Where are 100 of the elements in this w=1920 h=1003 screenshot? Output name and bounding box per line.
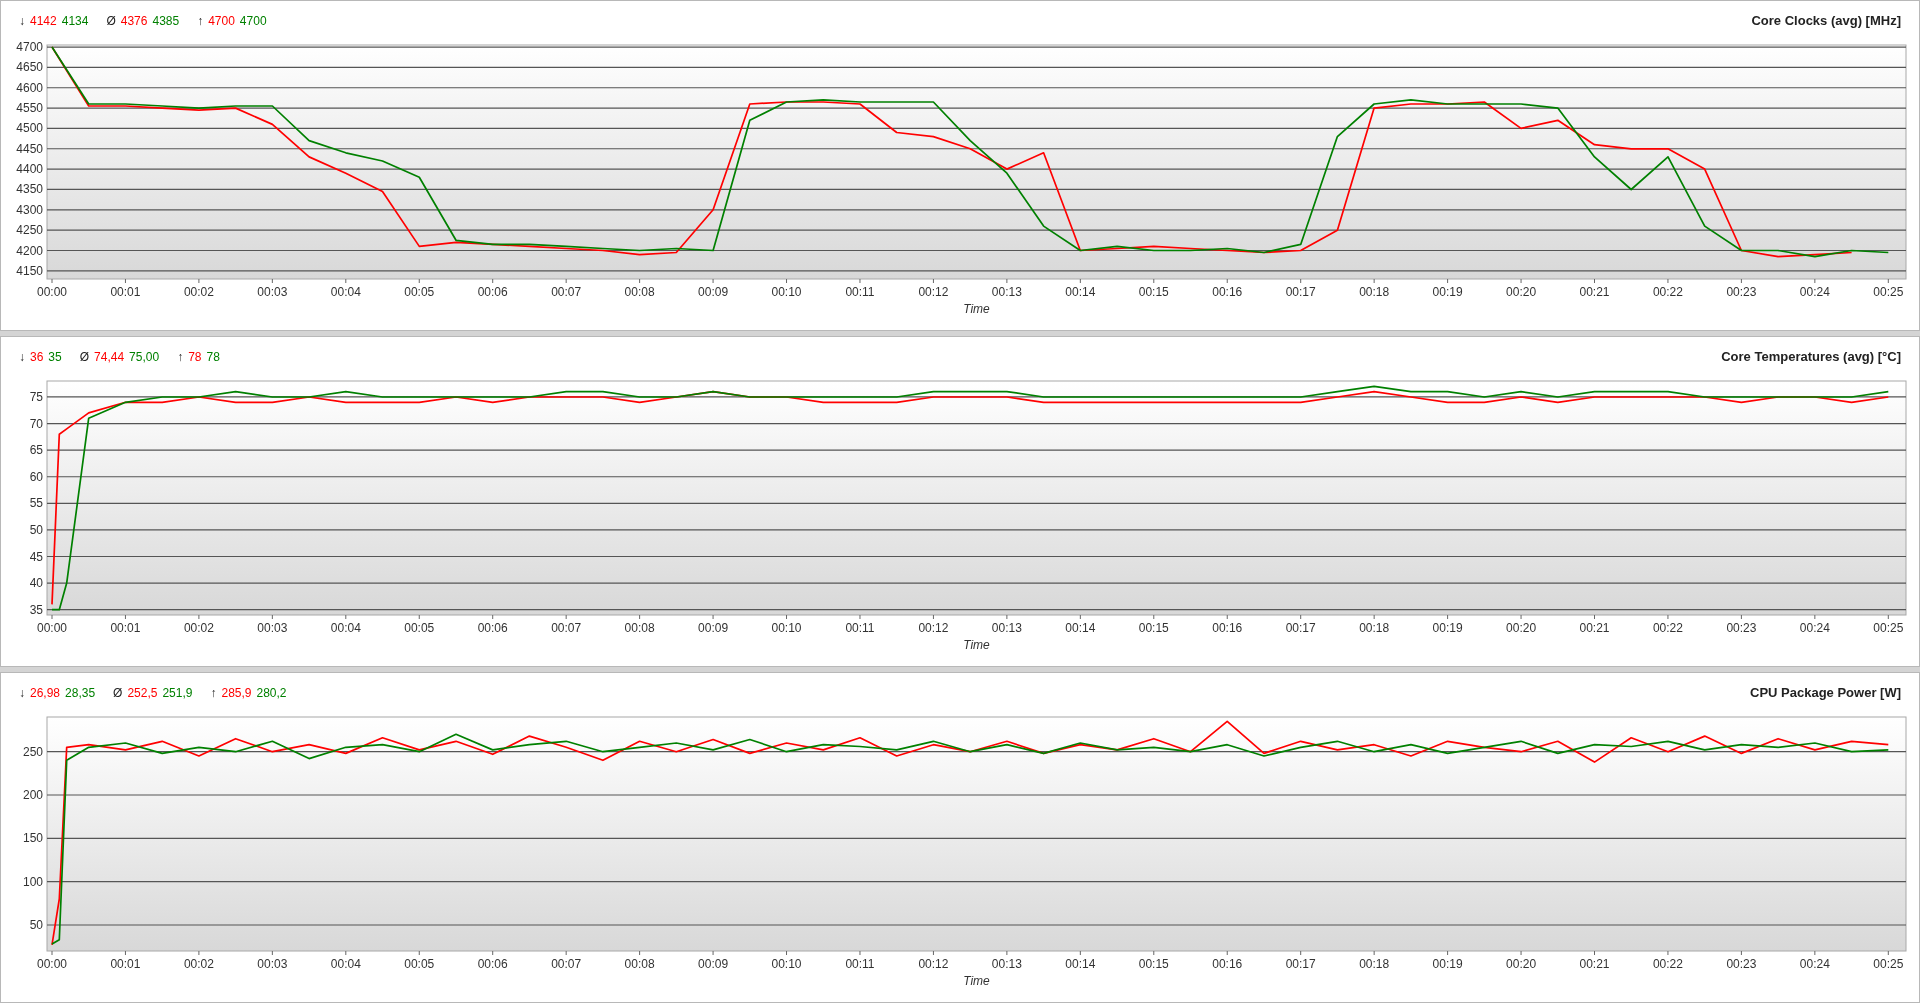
x-axis-label: 00:19	[1432, 285, 1463, 299]
x-axis-label: 00:18	[1359, 621, 1390, 635]
x-axis-label: 00:00	[37, 285, 67, 299]
stat-value: 285,9	[221, 685, 252, 702]
x-axis-label: 00:16	[1212, 621, 1243, 635]
x-axis-label: 00:15	[1138, 957, 1169, 971]
y-axis-label: 45	[29, 549, 43, 564]
y-axis-label: 70	[29, 416, 43, 431]
x-axis-label: 00:10	[771, 957, 802, 971]
y-axis-label: 250	[22, 744, 43, 759]
x-axis-label: 00:04	[330, 285, 361, 299]
axis-title: Time	[963, 974, 990, 988]
stat-symbol: ↑	[210, 685, 217, 702]
x-axis-label: 00:21	[1579, 285, 1610, 299]
y-axis-label: 4350	[16, 182, 43, 197]
x-axis-label: 00:05	[404, 621, 435, 635]
x-axis-label: 00:23	[1726, 621, 1757, 635]
x-axis-label: 00:22	[1652, 621, 1683, 635]
x-axis-label: 00:12	[918, 957, 949, 971]
chart-title: Core Temperatures (avg) [°C]	[1721, 348, 1901, 367]
stat-symbol: ↓	[19, 13, 25, 30]
stat-value: 4700	[208, 13, 235, 30]
x-axis-label: 00:24	[1799, 621, 1830, 635]
x-axis-label: 00:15	[1138, 621, 1169, 635]
x-axis-label: 00:25	[1873, 957, 1904, 971]
x-axis-label: 00:03	[257, 957, 288, 971]
stat-value: 4134	[61, 13, 89, 30]
x-axis-label: 00:23	[1726, 285, 1757, 299]
y-axis-label: 75	[29, 389, 43, 404]
y-axis-label: 50	[29, 918, 43, 932]
y-axis-label: 4200	[16, 243, 43, 258]
x-axis-label: 00:16	[1212, 285, 1243, 299]
x-axis-label: 00:01	[110, 957, 141, 971]
x-axis-label: 00:09	[698, 621, 729, 635]
x-axis-label: 00:02	[183, 285, 214, 299]
y-axis-label: 4150	[16, 263, 43, 278]
stat-value: 4376	[120, 13, 148, 30]
x-axis-label: 00:02	[183, 621, 214, 635]
x-axis-label: 00:04	[330, 621, 361, 635]
stat-value: 4385	[152, 13, 180, 30]
y-axis-label: 55	[29, 496, 43, 511]
x-axis-label: 00:00	[37, 957, 67, 971]
x-axis-label: 00:13	[991, 957, 1022, 971]
x-axis-label: 00:08	[624, 957, 655, 971]
stat-symbol: Ø	[79, 349, 90, 366]
x-axis-label: 00:06	[477, 285, 508, 299]
stat-symbol: ↑	[197, 13, 204, 30]
x-axis-label: 00:05	[404, 285, 435, 299]
x-axis-label: 00:02	[183, 957, 214, 971]
x-axis-label: 00:20	[1506, 957, 1537, 971]
x-axis-label: 00:11	[845, 285, 875, 299]
x-axis-label: 00:12	[918, 621, 949, 635]
stat-value: 26,98	[30, 685, 61, 702]
x-axis-label: 00:19	[1432, 957, 1463, 971]
x-axis-label: 00:06	[477, 621, 508, 635]
x-axis-label: 00:03	[257, 285, 288, 299]
y-axis-label: 40	[29, 576, 43, 591]
x-axis-label: 00:05	[404, 957, 435, 971]
x-axis-label: 00:20	[1506, 621, 1537, 635]
x-axis-label: 00:17	[1285, 957, 1316, 971]
stat-value: 4142	[30, 13, 57, 30]
x-axis-label: 00:10	[771, 621, 802, 635]
y-axis-label: 4450	[16, 141, 43, 156]
x-axis-label: 00:17	[1285, 285, 1316, 299]
x-axis-label: 00:03	[257, 621, 288, 635]
chart-title: Core Clocks (avg) [MHz]	[1751, 12, 1901, 31]
x-axis-label: 00:12	[918, 285, 949, 299]
x-axis-label: 00:25	[1873, 621, 1904, 635]
x-axis-label: 00:09	[698, 285, 729, 299]
axis-title: Time	[963, 638, 990, 652]
y-axis-label: 4500	[16, 121, 43, 136]
x-axis-label: 00:06	[477, 957, 508, 971]
y-axis-label: 4400	[16, 162, 43, 177]
y-axis-label: 100	[22, 874, 43, 889]
x-axis-label: 00:08	[624, 285, 655, 299]
x-axis-label: 00:08	[624, 621, 655, 635]
x-axis-label: 00:18	[1359, 285, 1390, 299]
x-axis-label: 00:20	[1506, 285, 1537, 299]
x-axis-label: 00:24	[1799, 285, 1830, 299]
stat-symbol: Ø	[106, 13, 116, 30]
x-axis-label: 00:07	[551, 621, 582, 635]
stat-value: 36	[30, 349, 44, 366]
x-axis-label: 00:25	[1873, 285, 1904, 299]
stat-value: 78	[188, 349, 202, 366]
y-axis-label: 35	[29, 602, 43, 617]
stat-value: 4700	[239, 13, 267, 30]
y-axis-label: 4300	[16, 202, 43, 217]
x-axis-label: 00:17	[1285, 621, 1316, 635]
x-axis-label: 00:15	[1138, 285, 1169, 299]
stat-value: 252,5	[127, 685, 158, 702]
stat-symbol: ↓	[19, 685, 25, 702]
x-axis-label: 00:19	[1432, 621, 1463, 635]
x-axis-label: 00:13	[991, 621, 1022, 635]
x-axis-label: 00:16	[1212, 957, 1243, 971]
stat-value: 78	[206, 349, 220, 366]
x-axis-label: 00:10	[771, 285, 802, 299]
y-axis-label: 4550	[16, 101, 43, 116]
x-axis-label: 00:01	[110, 285, 141, 299]
y-axis-label: 50	[29, 522, 43, 537]
chart-title: CPU Package Power [W]	[1750, 684, 1901, 703]
